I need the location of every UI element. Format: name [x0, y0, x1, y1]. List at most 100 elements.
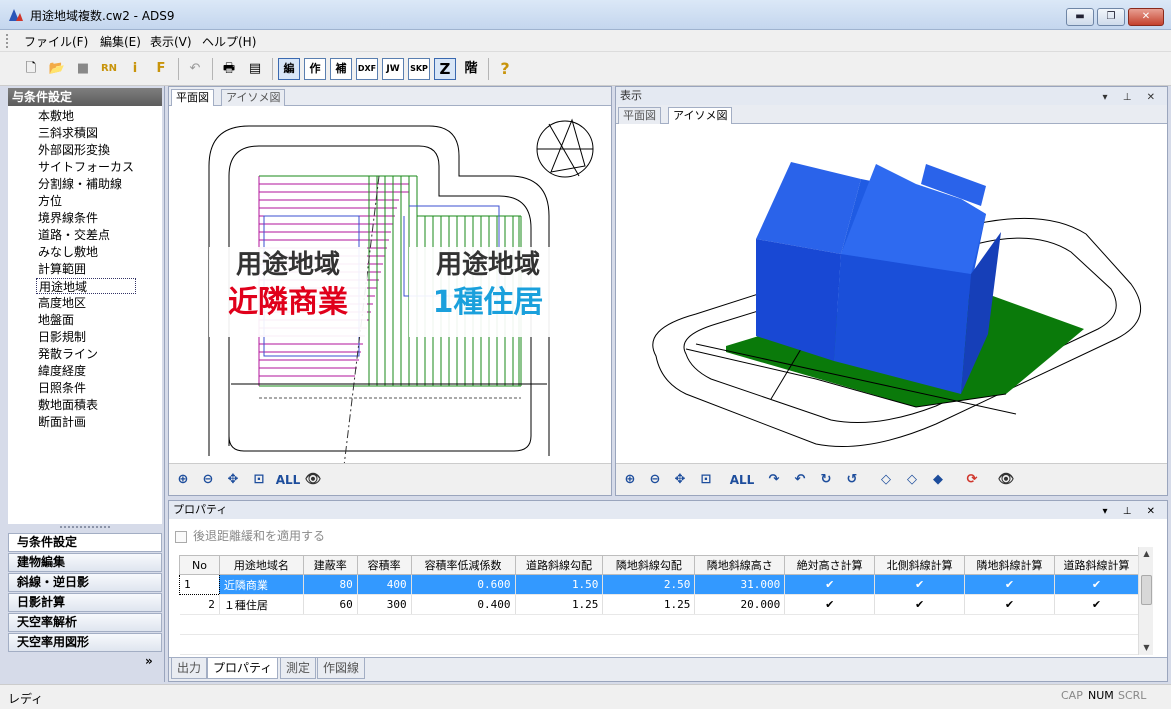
rotate-left-icon[interactable]: ↶	[790, 471, 810, 489]
tree-item-direction[interactable]: 方位	[36, 193, 64, 209]
tree-item-triangle-area[interactable]: 三斜求積図	[36, 125, 100, 141]
cell-road-slope[interactable]: 1.50	[515, 574, 604, 595]
tree-item-roads[interactable]: 道路・交差点	[36, 227, 112, 243]
cell-far[interactable]: 300	[357, 594, 412, 615]
tilt-up-icon[interactable]: ↺	[842, 471, 862, 489]
cell-road-calc[interactable]: ✔	[1054, 594, 1140, 615]
cell-coef[interactable]: 0.400	[411, 594, 516, 615]
tab-display-plan[interactable]: 平面図	[618, 107, 661, 124]
info-icon[interactable]: i	[124, 58, 146, 80]
tree-item-boundary[interactable]: 境界線条件	[36, 210, 100, 226]
col-coef[interactable]: 容積率低減係数	[410, 555, 516, 575]
tree-item-section-plan[interactable]: 断面計画	[36, 414, 88, 430]
zoom-in-icon[interactable]: ⊕	[173, 471, 193, 489]
cell-name[interactable]: 近隣商業	[219, 574, 304, 595]
cell-adj-height[interactable]: 31.000	[694, 574, 786, 595]
tilt-down-icon[interactable]: ↻	[816, 471, 836, 489]
tree-item-divergence-line[interactable]: 発散ライン	[36, 346, 100, 362]
col-name[interactable]: 用途地域名	[218, 555, 304, 575]
cell-abs-height[interactable]: ✔	[784, 594, 876, 615]
cell-no[interactable]: 2	[179, 594, 220, 615]
col-road-slope[interactable]: 道路斜線勾配	[514, 555, 604, 575]
zoom-in-icon[interactable]: ⊕	[620, 471, 640, 489]
zoom-window-icon[interactable]: ⊡	[249, 471, 269, 489]
scroll-up-icon[interactable]: ▲	[1139, 547, 1154, 561]
tree-item-external-shape[interactable]: 外部図形変換	[36, 142, 112, 158]
nav-shadow-calc[interactable]: 日影計算	[8, 593, 162, 612]
cell-coverage[interactable]: 80	[303, 574, 358, 595]
col-north-slope[interactable]: 北側斜線計算	[874, 555, 966, 575]
tree-item-height-district[interactable]: 高度地区	[36, 295, 88, 311]
cell-coef[interactable]: 0.600	[411, 574, 516, 595]
nav-building-edit[interactable]: 建物編集	[8, 553, 162, 572]
eye-icon[interactable]: 👁	[996, 471, 1016, 489]
tree-item-site-focus[interactable]: サイトフォーカス	[36, 159, 136, 175]
scroll-thumb[interactable]	[1141, 575, 1152, 605]
skp-button[interactable]: SKP	[408, 58, 430, 80]
scroll-down-icon[interactable]: ▼	[1139, 641, 1154, 655]
menu-file[interactable]: ファイル(F)	[22, 33, 90, 50]
rn-icon[interactable]: RN	[98, 58, 120, 80]
tab-construction-lines[interactable]: 作図線	[317, 658, 366, 679]
cell-adj-slope[interactable]: 2.50	[602, 574, 696, 595]
tree-item-ground[interactable]: 地盤面	[36, 312, 76, 328]
reset-view-icon[interactable]: ⟳	[962, 471, 982, 489]
tab-plan[interactable]: 平面図	[171, 89, 214, 106]
col-adj-height[interactable]: 隣地斜線高さ	[694, 555, 786, 575]
undo-icon[interactable]: ↶	[184, 58, 206, 80]
nav-slant-shadow[interactable]: 斜線・逆日影	[8, 573, 162, 592]
wireframe-cube-icon[interactable]: ◇	[876, 471, 896, 489]
tree-item-shadow-regulation[interactable]: 日影規制	[36, 329, 88, 345]
checkbox-icon[interactable]	[175, 530, 187, 543]
col-coverage[interactable]: 建蔽率	[302, 555, 358, 575]
col-road-calc[interactable]: 道路斜線計算	[1053, 555, 1140, 575]
nav-sky-analysis[interactable]: 天空率解析	[8, 613, 162, 632]
zoom-out-icon[interactable]: ⊖	[198, 471, 218, 489]
tree-item-latlong[interactable]: 緯度経度	[36, 363, 88, 379]
setback-relief-checkbox[interactable]: 後退距離緩和を適用する	[175, 527, 325, 544]
cell-north-slope[interactable]: ✔	[874, 594, 966, 615]
aux-mode-button[interactable]: 補	[330, 58, 352, 80]
restore-button[interactable]: ❐	[1097, 8, 1125, 26]
zoom-all-button[interactable]: ALL	[729, 471, 755, 489]
col-far[interactable]: 容積率	[356, 555, 412, 575]
table-row[interactable]: 1 近隣商業 80 400 0.600 1.50 2.50 31.000 ✔ ✔…	[179, 574, 1140, 595]
tree-item-site[interactable]: 本敷地	[36, 108, 76, 124]
save-icon[interactable]: ■	[72, 58, 94, 80]
col-adj-calc[interactable]: 隣地斜線計算	[964, 555, 1055, 575]
hidden-line-cube-icon[interactable]: ◇	[902, 471, 922, 489]
tab-properties[interactable]: プロパティ	[207, 658, 279, 679]
menu-view[interactable]: 表示(V)	[148, 33, 194, 50]
cell-adj-calc[interactable]: ✔	[964, 594, 1055, 615]
zoom-out-icon[interactable]: ⊖	[645, 471, 665, 489]
tree-item-zoning[interactable]: 用途地域	[36, 278, 136, 294]
table-row[interactable]: 2 １種住居 60 300 0.400 1.25 1.25 20.000 ✔ ✔…	[179, 594, 1140, 615]
tree-item-sunlight[interactable]: 日照条件	[36, 380, 88, 396]
cell-no[interactable]: 1	[179, 574, 220, 595]
jw-button[interactable]: JW	[382, 58, 404, 80]
shaded-cube-icon[interactable]: ◆	[928, 471, 948, 489]
edit-mode-button[interactable]: 編	[278, 58, 300, 80]
table-scrollbar[interactable]: ▲ ▼	[1138, 547, 1153, 655]
help-icon[interactable]: ?	[494, 58, 516, 80]
minimize-button[interactable]: ▬	[1066, 8, 1094, 26]
eye-icon[interactable]: 👁	[303, 471, 323, 489]
print-icon[interactable]: 🖶	[218, 58, 240, 80]
cell-name[interactable]: １種住居	[219, 594, 304, 615]
more-chevron-icon[interactable]: »	[145, 654, 153, 668]
pan-icon[interactable]: ✥	[223, 471, 243, 489]
rotate-right-icon[interactable]: ↷	[764, 471, 784, 489]
close-button[interactable]: ✕	[1128, 8, 1164, 26]
tree-item-site-area-table[interactable]: 敷地面積表	[36, 397, 100, 413]
panel-splitter[interactable]	[60, 526, 110, 530]
f-icon[interactable]: F	[150, 58, 172, 80]
tab-display-isometric[interactable]: アイソメ図	[668, 107, 733, 124]
dxf-button[interactable]: DXF	[356, 58, 378, 80]
cell-road-slope[interactable]: 1.25	[515, 594, 604, 615]
cell-adj-slope[interactable]: 1.25	[602, 594, 696, 615]
menu-edit[interactable]: 編集(E)	[98, 33, 143, 50]
nav-conditions[interactable]: 与条件設定	[8, 533, 162, 552]
tab-output[interactable]: 出力	[171, 658, 208, 679]
tab-isometric[interactable]: アイソメ図	[221, 89, 286, 106]
tree-item-deemed-site[interactable]: みなし敷地	[36, 244, 100, 260]
